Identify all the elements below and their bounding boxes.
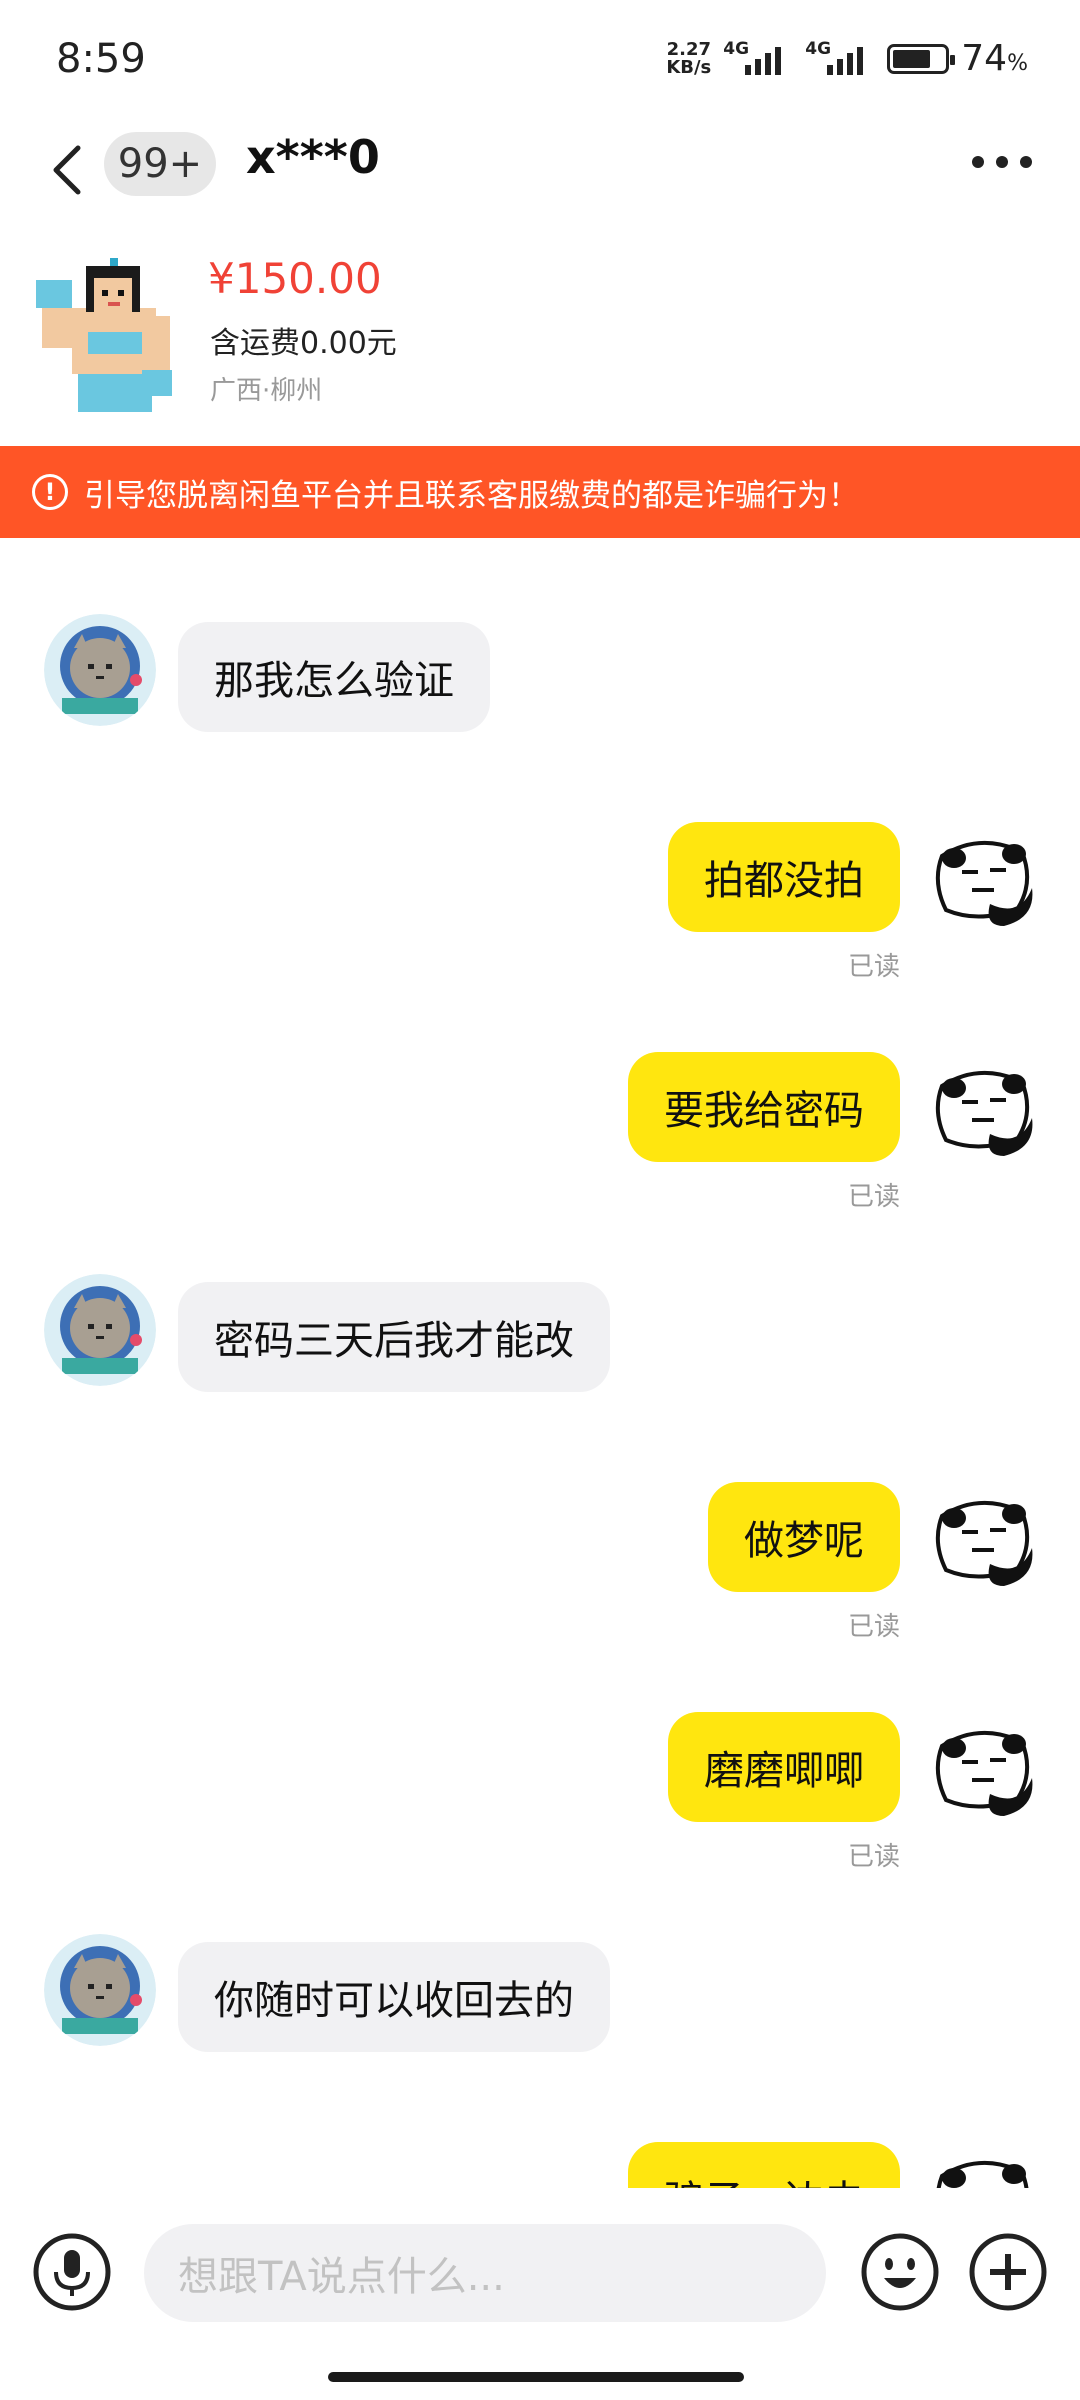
battery-icon (887, 43, 956, 74)
contact-avatar[interactable] (44, 1934, 156, 2046)
home-indicator[interactable] (328, 2372, 744, 2382)
message-bubble-incoming[interactable]: 密码三天后我才能改 (178, 1282, 610, 1392)
network-speed-unit: KB/s (666, 56, 712, 78)
my-avatar[interactable] (924, 1712, 1036, 1824)
panda-avatar-icon (935, 1501, 1033, 1586)
more-actions-button[interactable] (968, 2232, 1048, 2312)
panda-avatar-icon (935, 1731, 1033, 1816)
cat-avatar-icon (44, 1934, 156, 2046)
contact-name[interactable]: x***0 (246, 130, 380, 184)
message-bubble-outgoing[interactable]: 做梦呢 (708, 1482, 900, 1592)
panda-avatar-icon (935, 1071, 1033, 1156)
warning-icon: ! (32, 474, 68, 510)
chat-header: 99+ x***0 (0, 120, 1080, 220)
message-input[interactable]: 想跟TA说点什么... (144, 2224, 826, 2322)
message-list[interactable]: 那我怎么验证 拍都没拍 已读 要我给密码 已读 密码三天后我才能改 做梦呢 已读… (0, 538, 1080, 2188)
battery-percent-unit: % (1007, 51, 1028, 76)
more-dots-icon (972, 156, 984, 168)
message-bubble-outgoing[interactable]: 骗子一边去 (628, 2142, 900, 2188)
product-price: ¥150.00 (208, 254, 382, 303)
battery-fill (893, 49, 931, 68)
warning-text: 引导您脱离闲鱼平台并且联系客服缴费的都是诈骗行为！ (84, 477, 859, 514)
product-thumbnail[interactable] (30, 252, 190, 420)
signal-icon-sim1: 4G (723, 39, 793, 79)
read-status: 已读 (847, 952, 900, 982)
more-button[interactable] (972, 150, 1036, 174)
message-bubble-outgoing[interactable]: 磨磨唧唧 (668, 1712, 900, 1822)
chat-screen: 8:59 2.27 KB/s 4G 4G 74% 99+ x***0 ¥150.… (0, 0, 1080, 2400)
emoji-button[interactable] (860, 2232, 940, 2312)
back-button[interactable] (44, 134, 92, 206)
message-input-bar: 想跟TA说点什么... (0, 2188, 1080, 2400)
cat-avatar-icon (44, 1274, 156, 1386)
my-avatar[interactable] (924, 2142, 1036, 2188)
fraud-warning-banner: ! 引导您脱离闲鱼平台并且联系客服缴费的都是诈骗行为！ (0, 446, 1080, 538)
my-avatar[interactable] (924, 1482, 1036, 1594)
status-time: 8:59 (56, 36, 146, 82)
my-avatar[interactable] (924, 1052, 1036, 1164)
read-status: 已读 (847, 1182, 900, 1212)
battery-percent: 74% (961, 38, 1028, 79)
panda-avatar-icon (936, 2161, 1029, 2188)
microphone-icon (33, 2233, 111, 2311)
read-status: 已读 (847, 1842, 900, 1872)
battery-percent-value: 74 (961, 38, 1008, 79)
message-bubble-outgoing[interactable]: 拍都没拍 (668, 822, 900, 932)
product-card[interactable]: ¥150.00 含运费0.00元 广西·柳州 (0, 240, 1080, 440)
contact-avatar[interactable] (44, 1274, 156, 1386)
message-bubble-outgoing[interactable]: 要我给密码 (628, 1052, 900, 1162)
voice-button[interactable] (32, 2232, 112, 2312)
message-bubble-incoming[interactable]: 那我怎么验证 (178, 622, 490, 732)
network-speed-value: 2.27 (666, 38, 711, 60)
status-icons: 2.27 KB/s 4G 4G 74% (666, 38, 1028, 79)
chevron-left-icon (53, 145, 81, 195)
unread-count-badge[interactable]: 99+ (104, 132, 216, 196)
contact-avatar[interactable] (44, 614, 156, 726)
read-status: 已读 (847, 1612, 900, 1642)
signal-icon-sim2: 4G (805, 39, 875, 79)
plus-icon (969, 2233, 1047, 2311)
network-speed: 2.27 KB/s (666, 38, 712, 78)
message-bubble-incoming[interactable]: 你随时可以收回去的 (178, 1942, 610, 2052)
cat-avatar-icon (44, 614, 156, 726)
my-avatar[interactable] (924, 822, 1036, 934)
status-bar: 8:59 2.27 KB/s 4G 4G 74% (0, 0, 1080, 120)
product-image (36, 258, 172, 412)
seller-location: 广西·柳州 (210, 376, 323, 406)
shipping-fee: 含运费0.00元 (210, 326, 397, 361)
panda-avatar-icon (935, 841, 1033, 926)
emoji-icon (861, 2233, 939, 2311)
